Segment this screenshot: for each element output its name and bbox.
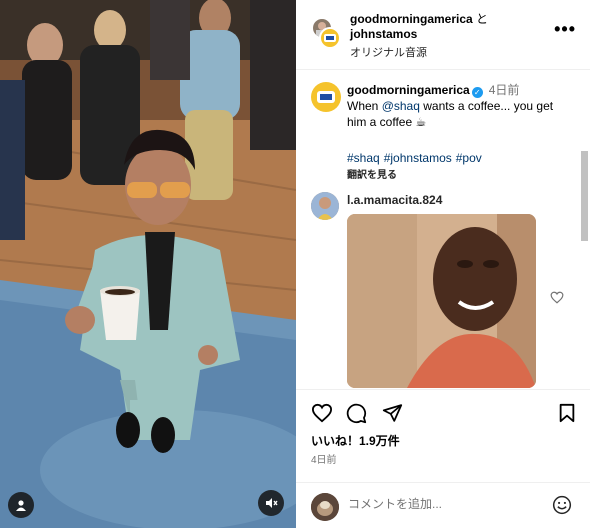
caption-username[interactable]: goodmorningamerica [347, 83, 470, 97]
post-actions: いいね！1.9万件 4日前 [296, 389, 590, 528]
comment-gif [347, 214, 536, 388]
emoji-icon [552, 495, 572, 515]
caption-time: 4日前 [488, 83, 520, 97]
hashtag-link[interactable]: #johnstamos [384, 151, 452, 165]
caption-text: When @shaq wants a coffee... you get him… [347, 99, 554, 129]
likes-count[interactable]: いいね！1.9万件 [311, 432, 400, 449]
heart-icon [311, 403, 333, 423]
post-sidebar: goodmorningamerica と johnstamos オリジナル音源 … [296, 0, 590, 528]
comments-section[interactable]: goodmorningamerica ✓ 4日前 When @shaq wants … [296, 71, 590, 389]
comment-input[interactable] [348, 497, 538, 511]
comment-button[interactable] [346, 403, 367, 429]
comment-like-button[interactable] [550, 291, 564, 309]
mention-link[interactable]: @shaq [382, 99, 420, 113]
share-button[interactable] [382, 403, 403, 428]
hashtag-link[interactable]: #shaq [347, 151, 380, 165]
comments-scrollbar[interactable] [581, 151, 588, 241]
see-translation-link[interactable]: 翻訳を見る [347, 168, 562, 184]
connector-text: と [476, 12, 489, 26]
collab-usernames: goodmorningamerica と johnstamos [350, 12, 540, 42]
bookmark-icon [559, 403, 575, 423]
caption: goodmorningamerica ✓ 4日前 When @shaq wants … [347, 82, 562, 184]
hashtags: #shaq #johnstamos #pov [347, 150, 562, 166]
username-link[interactable]: johnstamos [350, 27, 417, 41]
more-options-icon[interactable]: ••• [554, 20, 576, 38]
emoji-button[interactable] [552, 495, 572, 520]
collab-avatars[interactable] [311, 17, 341, 49]
comment-icon [346, 403, 367, 424]
user-tag-button[interactable] [8, 492, 34, 518]
mute-button[interactable] [258, 490, 284, 516]
gma-logo-icon [319, 27, 341, 49]
video-frame [0, 0, 296, 528]
audio-link[interactable]: オリジナル音源 [350, 44, 427, 60]
avatar[interactable] [311, 192, 339, 220]
avatar [311, 493, 339, 521]
post-media[interactable] [0, 0, 296, 528]
avatar[interactable] [311, 82, 341, 112]
share-icon [382, 404, 403, 422]
post-header: goodmorningamerica と johnstamos オリジナル音源 … [296, 0, 590, 70]
add-comment-bar [296, 482, 590, 528]
username-link[interactable]: goodmorningamerica [350, 12, 473, 26]
heart-icon [550, 291, 564, 304]
verified-badge-icon: ✓ [471, 87, 483, 98]
hashtag-link[interactable]: #pov [456, 151, 482, 165]
user-tag-icon [16, 500, 26, 511]
posted-time[interactable]: 4日前 [311, 451, 337, 466]
gma-logo-icon [317, 91, 335, 103]
comment-username[interactable]: l.a.mamacita.824 [347, 193, 442, 207]
save-button[interactable] [558, 403, 576, 428]
like-button[interactable] [311, 403, 333, 428]
muted-speaker-icon [266, 498, 278, 508]
